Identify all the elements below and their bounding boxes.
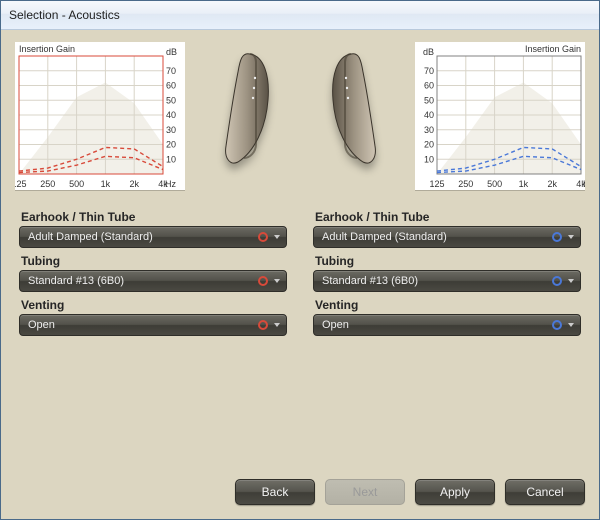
window-title: Selection - Acoustics	[9, 8, 120, 22]
side-indicator-icon	[552, 276, 562, 286]
svg-text:250: 250	[40, 179, 55, 189]
insertion-gain-svg-right: 1252505001k2k4kHz10203040506070dB	[415, 42, 585, 190]
back-button[interactable]: Back	[235, 479, 315, 505]
venting-dropdown-right[interactable]: Open	[313, 314, 581, 336]
svg-text:10: 10	[166, 154, 176, 164]
earhook-value-left: Adult Damped (Standard)	[28, 231, 153, 243]
venting-label-left: Venting	[21, 298, 287, 312]
tubing-dropdown-right[interactable]: Standard #13 (6B0)	[313, 270, 581, 292]
svg-text:125: 125	[15, 179, 27, 189]
svg-text:500: 500	[487, 179, 502, 189]
insertion-gain-svg-left: 1252505001k2k4kHz10203040506070dB	[15, 42, 185, 190]
venting-label-right: Venting	[315, 298, 581, 312]
next-button: Next	[325, 479, 405, 505]
chevron-down-icon	[274, 279, 280, 283]
earhook-label-right: Earhook / Thin Tube	[315, 210, 581, 224]
tubing-value-right: Standard #13 (6B0)	[322, 275, 418, 287]
cancel-button[interactable]: Cancel	[505, 479, 585, 505]
chart-title-right: Insertion Gain	[525, 44, 581, 54]
svg-text:10: 10	[424, 154, 434, 164]
insertion-gain-chart-left: Insertion Gain 1252505001k2k4kHz10203040…	[15, 42, 185, 190]
footer-buttons: Back Next Apply Cancel	[1, 479, 599, 519]
charts-row: Insertion Gain 1252505001k2k4kHz10203040…	[1, 30, 599, 190]
venting-value-right: Open	[322, 319, 349, 331]
svg-text:30: 30	[166, 125, 176, 135]
svg-text:60: 60	[166, 81, 176, 91]
earhook-label-left: Earhook / Thin Tube	[21, 210, 287, 224]
venting-dropdown-left[interactable]: Open	[19, 314, 287, 336]
svg-text:2k: 2k	[129, 179, 139, 189]
svg-text:20: 20	[166, 140, 176, 150]
tubing-value-left: Standard #13 (6B0)	[28, 275, 124, 287]
svg-text:250: 250	[458, 179, 473, 189]
hearing-aid-right	[304, 42, 407, 178]
hearing-aid-left	[193, 42, 296, 178]
svg-text:dB: dB	[166, 47, 177, 57]
chevron-down-icon	[568, 235, 574, 239]
svg-text:20: 20	[424, 140, 434, 150]
apply-button[interactable]: Apply	[415, 479, 495, 505]
tubing-label-right: Tubing	[315, 254, 581, 268]
svg-text:2k: 2k	[547, 179, 557, 189]
svg-text:Hz: Hz	[165, 179, 176, 189]
svg-text:70: 70	[166, 66, 176, 76]
chart-title-left: Insertion Gain	[19, 44, 75, 54]
earhook-value-right: Adult Damped (Standard)	[322, 231, 447, 243]
controls-right-column: Earhook / Thin Tube Adult Damped (Standa…	[313, 204, 581, 336]
svg-text:70: 70	[424, 66, 434, 76]
side-indicator-icon	[552, 320, 562, 330]
tubing-dropdown-left[interactable]: Standard #13 (6B0)	[19, 270, 287, 292]
svg-text:1k: 1k	[101, 179, 111, 189]
side-indicator-icon	[258, 232, 268, 242]
hearing-aid-icon	[210, 48, 280, 178]
side-indicator-icon	[258, 276, 268, 286]
content-area: Insertion Gain 1252505001k2k4kHz10203040…	[1, 30, 599, 519]
controls-row: Earhook / Thin Tube Adult Damped (Standa…	[1, 190, 599, 336]
svg-text:50: 50	[166, 95, 176, 105]
svg-text:1k: 1k	[519, 179, 529, 189]
tubing-label-left: Tubing	[21, 254, 287, 268]
chevron-down-icon	[568, 323, 574, 327]
svg-text:Hz: Hz	[583, 179, 585, 189]
hearing-aid-icon	[321, 48, 391, 178]
svg-text:30: 30	[424, 125, 434, 135]
side-indicator-icon	[552, 232, 562, 242]
acoustics-window: Selection - Acoustics Insertion Gain 125…	[0, 0, 600, 520]
chevron-down-icon	[274, 323, 280, 327]
svg-text:50: 50	[424, 95, 434, 105]
svg-text:dB: dB	[423, 47, 434, 57]
earhook-dropdown-left[interactable]: Adult Damped (Standard)	[19, 226, 287, 248]
chevron-down-icon	[568, 279, 574, 283]
venting-value-left: Open	[28, 319, 55, 331]
side-indicator-icon	[258, 320, 268, 330]
chevron-down-icon	[274, 235, 280, 239]
svg-text:125: 125	[429, 179, 444, 189]
svg-text:40: 40	[166, 110, 176, 120]
controls-left-column: Earhook / Thin Tube Adult Damped (Standa…	[19, 204, 287, 336]
earhook-dropdown-right[interactable]: Adult Damped (Standard)	[313, 226, 581, 248]
titlebar[interactable]: Selection - Acoustics	[1, 1, 599, 30]
insertion-gain-chart-right: Insertion Gain 1252505001k2k4kHz10203040…	[415, 42, 585, 190]
svg-text:40: 40	[424, 110, 434, 120]
svg-text:500: 500	[69, 179, 84, 189]
svg-text:60: 60	[424, 81, 434, 91]
